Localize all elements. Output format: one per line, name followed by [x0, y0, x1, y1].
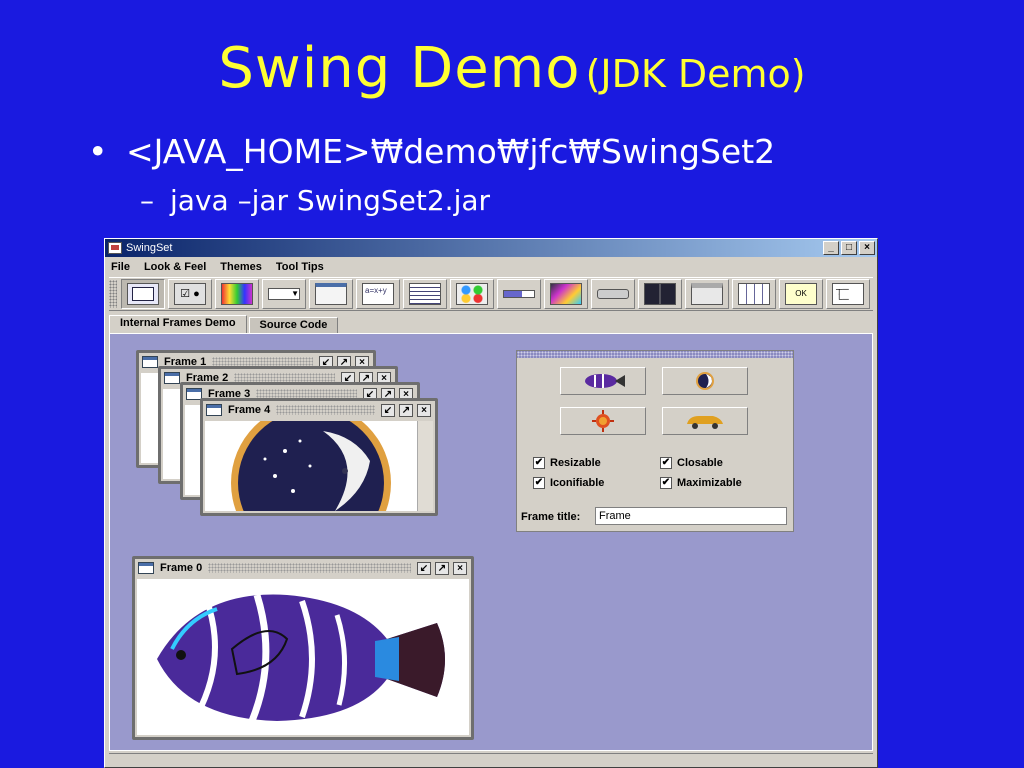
menu-look-and-feel[interactable]: Look & Feel	[144, 261, 206, 273]
maximize-button[interactable]: □	[841, 241, 857, 255]
combobox-button[interactable]: ▼	[262, 279, 306, 309]
maximize-button[interactable]: ↗	[399, 403, 413, 417]
window-title: SwingSet	[126, 242, 173, 254]
check-icon: ✔	[660, 477, 672, 489]
desktop-pane: Frame 1 ↙ ↗ × Frame 2 ↙ ↗ × Frame 3 ↙ ↗ …	[109, 333, 873, 751]
internal-frame-0[interactable]: Frame 0 ↙ ↗ ×	[132, 556, 474, 740]
fish-icon	[585, 374, 625, 388]
frame-title-input[interactable]	[595, 507, 787, 525]
check-icon: ✔	[533, 477, 545, 489]
list-button[interactable]	[403, 279, 447, 309]
frame-content	[205, 403, 417, 563]
window-titlebar[interactable]: SwingSet _ □ ×	[105, 239, 877, 257]
close-button[interactable]: ×	[453, 561, 467, 575]
moon-icon	[696, 372, 714, 390]
frame-icon	[164, 372, 180, 384]
frame-creator-panel: ✔ Resizable ✔ Closable ✔ Iconifiable ✔ Maxim…	[516, 350, 794, 532]
app-icon	[108, 242, 122, 254]
closable-checkbox[interactable]: ✔ Closable	[660, 457, 723, 469]
subbullet-command: – java –jar SwingSet2.jar	[140, 184, 491, 217]
split-pane-button[interactable]	[638, 279, 682, 309]
menu-file[interactable]: File	[111, 261, 130, 273]
slider-button[interactable]	[591, 279, 635, 309]
editor-pane-button[interactable]: a=x+y	[356, 279, 400, 309]
list-icon	[409, 283, 441, 305]
tree-icon: ┬─ └─	[832, 283, 864, 305]
create-moon-frame-button[interactable]	[662, 367, 748, 395]
iconify-button[interactable]: ↙	[381, 403, 395, 417]
slider-icon	[597, 289, 629, 299]
cab-icon	[687, 416, 723, 429]
tab-internal-frames-demo[interactable]: Internal Frames Demo	[109, 315, 247, 333]
moon-image	[231, 403, 391, 563]
close-button[interactable]: ×	[417, 403, 431, 417]
fish-image	[157, 593, 445, 723]
panel-grip[interactable]	[517, 351, 793, 358]
create-sun-frame-button[interactable]	[560, 407, 646, 435]
color-chooser-button[interactable]	[215, 279, 259, 309]
scroll-pane-button[interactable]	[544, 279, 588, 309]
option-pane-icon	[456, 283, 488, 305]
close-button[interactable]: ×	[859, 241, 875, 255]
tab-strip: Internal Frames Demo Source Code	[109, 315, 340, 333]
frame-title-label: Frame title:	[521, 511, 581, 523]
option-pane-button[interactable]	[450, 279, 494, 309]
vertical-scrollbar[interactable]	[417, 421, 433, 511]
checkbox-button[interactable]: ☑ ●	[168, 279, 212, 309]
split-pane-icon	[644, 283, 676, 305]
table-icon	[738, 283, 770, 305]
swingset-window: SwingSet _ □ × File Look & Feel Themes T…	[104, 238, 878, 768]
tabbed-pane-icon	[691, 283, 723, 305]
demo-toolbar: ☑ ● ▼ a=x+y OK ┬─ └─	[109, 277, 873, 311]
progress-bar-icon	[503, 290, 535, 298]
file-chooser-button[interactable]	[309, 279, 353, 309]
minimize-button[interactable]: _	[823, 241, 839, 255]
internal-frame-button[interactable]	[121, 279, 165, 309]
create-cab-frame-button[interactable]	[662, 407, 748, 435]
check-icon: ✔	[533, 457, 545, 469]
tooltip-button[interactable]: OK	[779, 279, 823, 309]
combobox-icon: ▼	[268, 288, 300, 300]
check-icon: ✔	[660, 457, 672, 469]
menu-tool-tips[interactable]: Tool Tips	[276, 261, 324, 273]
frame-icon	[142, 356, 158, 368]
toolbar-grip[interactable]	[109, 280, 117, 308]
file-chooser-icon	[315, 283, 347, 305]
iconifiable-checkbox[interactable]: ✔ Iconifiable	[533, 477, 604, 489]
sun-icon	[592, 410, 614, 432]
tab-source-code[interactable]: Source Code	[248, 317, 339, 333]
tooltip-icon: OK	[785, 283, 817, 305]
iconify-button[interactable]: ↙	[417, 561, 431, 575]
bullet-path: • <JAVA_HOME>₩demo₩jfc₩SwingSet2	[88, 132, 776, 171]
status-bar	[109, 753, 873, 765]
resizable-checkbox[interactable]: ✔ Resizable	[533, 457, 601, 469]
editor-pane-icon: a=x+y	[362, 283, 394, 305]
frame-icon	[138, 562, 154, 574]
scroll-pane-icon	[550, 283, 582, 305]
checkbox-radio-icon: ☑ ●	[174, 283, 206, 305]
tree-button[interactable]: ┬─ └─	[826, 279, 870, 309]
frame-content	[137, 579, 469, 735]
table-button[interactable]	[732, 279, 776, 309]
slide-title: Swing Demo (JDK Demo)	[218, 36, 806, 101]
create-fish-frame-button[interactable]	[560, 367, 646, 395]
menubar: File Look & Feel Themes Tool Tips	[105, 257, 877, 277]
frame-titlebar[interactable]: Frame 0 ↙ ↗ ×	[135, 559, 471, 577]
frame-icon	[206, 404, 222, 416]
maximizable-checkbox[interactable]: ✔ Maximizable	[660, 477, 742, 489]
color-chooser-icon	[221, 283, 253, 305]
tabbed-pane-button[interactable]	[685, 279, 729, 309]
internal-frame-4[interactable]: Frame 4 ↙ ↗ ×	[200, 398, 438, 563]
internal-frame-icon	[127, 283, 159, 305]
menu-themes[interactable]: Themes	[220, 261, 262, 273]
frame-titlebar[interactable]: Frame 4 ↙ ↗ ×	[203, 401, 435, 419]
progress-bar-button[interactable]	[497, 279, 541, 309]
maximize-button[interactable]: ↗	[435, 561, 449, 575]
